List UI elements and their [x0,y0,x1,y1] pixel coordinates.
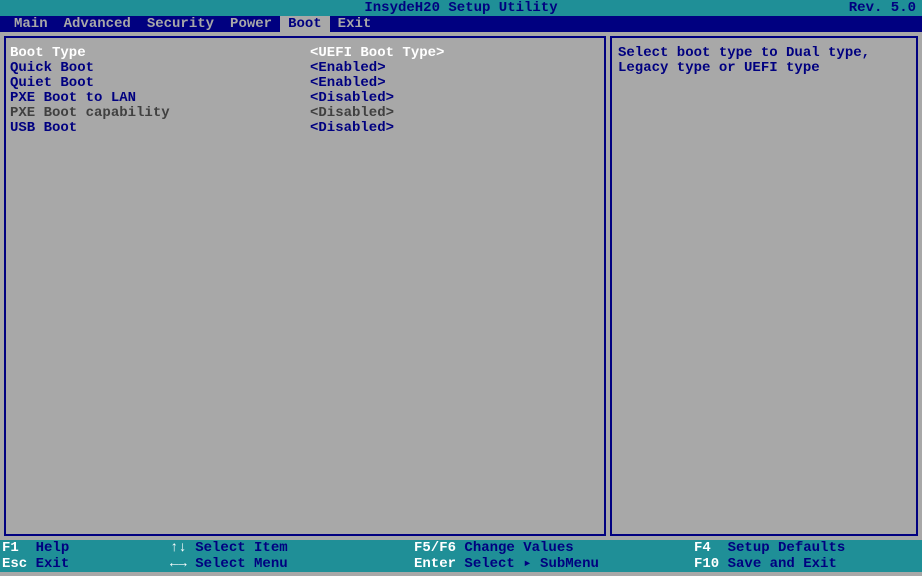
setting-quick-boot[interactable]: Quick Boot <Enabled> [10,61,600,76]
setting-value: <Disabled> [310,121,394,136]
footer-bar: F1 Help ↑↓ Select Item F5/F6 Change Valu… [0,540,922,572]
setting-label: PXE Boot capability [10,106,310,121]
hint-sep [187,556,195,572]
hint-exit: Esc Exit [0,556,170,572]
hint-label-text: Select Menu [195,556,287,572]
hint-label-text: Select ▸ SubMenu [464,556,598,572]
title-bar: InsydeH20 Setup Utility Rev. 5.0 [0,0,922,16]
menu-main[interactable]: Main [6,16,56,32]
hint-label-text: Help [36,540,70,556]
hint-label-text: Save and Exit [728,556,837,572]
setting-usb-boot[interactable]: USB Boot <Disabled> [10,121,600,136]
footer-row-1: F1 Help ↑↓ Select Item F5/F6 Change Valu… [0,540,922,556]
hint-sep [456,556,464,572]
setting-value: <Enabled> [310,61,386,76]
utility-title: InsydeH20 Setup Utility [0,0,922,16]
hint-label [19,540,36,556]
menu-bar: Main Advanced Security Power Boot Exit [0,16,922,32]
hint-key: F1 [2,540,19,556]
hint-sep [456,540,464,556]
revision-label: Rev. 5.0 [849,0,916,16]
hint-save-exit: F10 Save and Exit [694,556,922,572]
hint-key: F4 [694,540,711,556]
setting-label: Quiet Boot [10,76,310,91]
setting-label: USB Boot [10,121,310,136]
hint-key: F5/F6 [414,540,456,556]
setting-label: PXE Boot to LAN [10,91,310,106]
hint-key: ↑↓ [170,540,187,556]
hint-key: ←→ [170,556,187,572]
hint-key: Enter [414,556,456,572]
menu-exit[interactable]: Exit [330,16,380,32]
hint-label-text: Exit [36,556,70,572]
help-panel: Select boot type to Dual type, Legacy ty… [610,36,918,536]
setting-quiet-boot[interactable]: Quiet Boot <Enabled> [10,76,600,91]
hint-key: F10 [694,556,719,572]
setting-pxe-boot-to-lan[interactable]: PXE Boot to LAN <Disabled> [10,91,600,106]
setting-value: <UEFI Boot Type> [310,46,444,61]
setting-pxe-boot-capability: PXE Boot capability <Disabled> [10,106,600,121]
footer-row-2: Esc Exit ←→ Select Menu Enter Select ▸ S… [0,556,922,572]
setting-label: Quick Boot [10,61,310,76]
hint-select-item: ↑↓ Select Item [170,540,414,556]
menu-power[interactable]: Power [222,16,280,32]
menu-boot[interactable]: Boot [280,16,330,32]
setting-label: Boot Type [10,46,310,61]
help-text: Select boot type to Dual type, Legacy ty… [618,46,910,76]
setting-value: <Disabled> [310,106,394,121]
settings-panel: Boot Type <UEFI Boot Type> Quick Boot <E… [4,36,606,536]
setting-value: <Disabled> [310,91,394,106]
hint-label-text: Setup Defaults [728,540,846,556]
hint-help: F1 Help [0,540,170,556]
hint-sep [27,556,35,572]
hint-select-submenu: Enter Select ▸ SubMenu [414,556,694,572]
hint-sep [187,540,195,556]
hint-select-menu: ←→ Select Menu [170,556,414,572]
hint-change-values: F5/F6 Change Values [414,540,694,556]
hint-sep [719,556,727,572]
main-area: Boot Type <UEFI Boot Type> Quick Boot <E… [0,32,922,540]
hint-label-text: Change Values [464,540,573,556]
setting-boot-type[interactable]: Boot Type <UEFI Boot Type> [10,46,600,61]
setting-value: <Enabled> [310,76,386,91]
hint-label-text: Select Item [195,540,287,556]
hint-setup-defaults: F4 Setup Defaults [694,540,922,556]
hint-key: Esc [2,556,27,572]
hint-sep [711,540,728,556]
menu-security[interactable]: Security [139,16,222,32]
menu-advanced[interactable]: Advanced [56,16,139,32]
